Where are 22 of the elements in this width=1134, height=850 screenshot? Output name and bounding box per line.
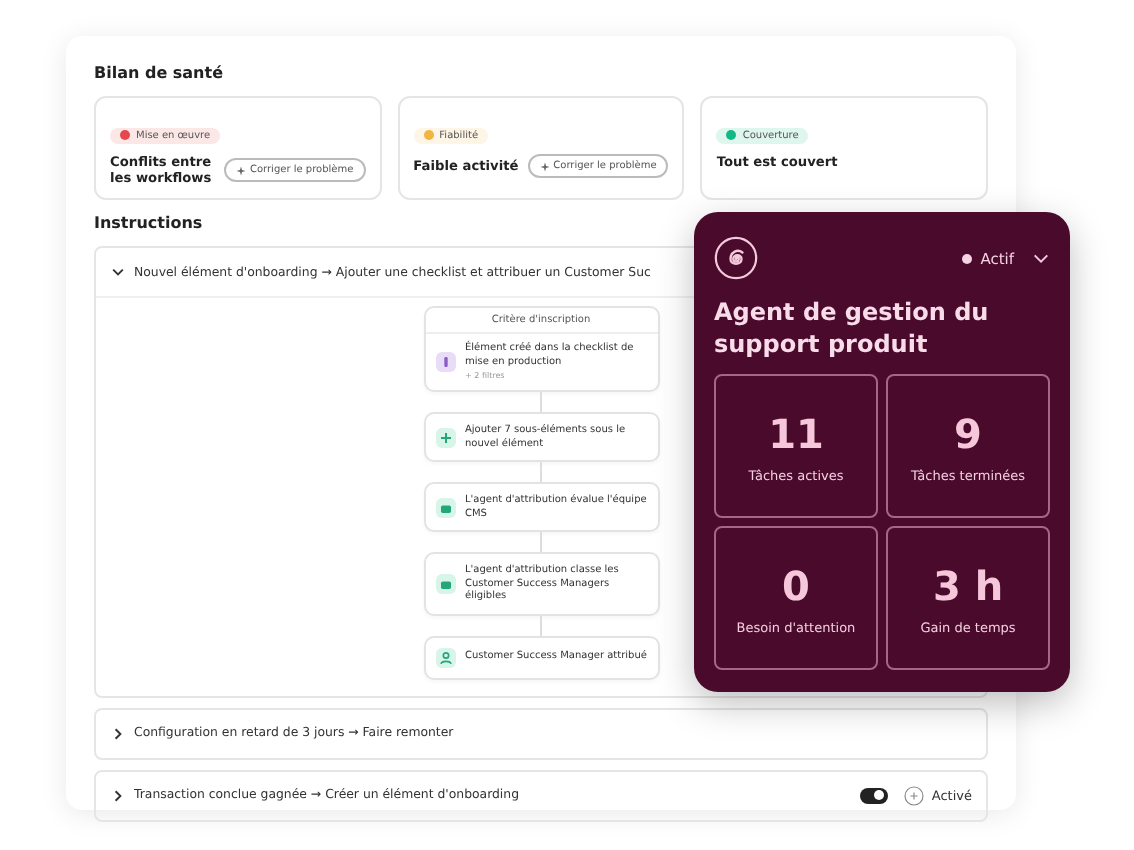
chevron-icon[interactable] (110, 787, 126, 803)
agent-title: Agent de gestion du support produit (714, 296, 991, 360)
plus-circle-icon (903, 785, 924, 805)
stat-value: 0 (782, 561, 810, 609)
chevron-icon[interactable] (110, 725, 126, 741)
step-icon (435, 351, 455, 371)
section-title: Bilan de santé (94, 62, 226, 86)
step-icon (435, 573, 455, 594)
step-icon (435, 497, 455, 517)
chevron-down-icon[interactable] (1032, 249, 1050, 267)
sparkle-icon (235, 165, 246, 175)
chevron-icon[interactable] (110, 264, 126, 280)
stat-value: 9 (954, 409, 982, 457)
sparkle-icon (539, 161, 550, 171)
step-icon (435, 647, 455, 667)
toggle-switch[interactable] (859, 787, 888, 803)
stat-value: 11 (768, 409, 824, 457)
status-dot (962, 253, 973, 263)
stat-value: 3 h (932, 561, 1004, 609)
section-title: Instructions (94, 212, 205, 236)
spiral-logo-icon (714, 236, 758, 280)
step-icon (435, 427, 455, 447)
